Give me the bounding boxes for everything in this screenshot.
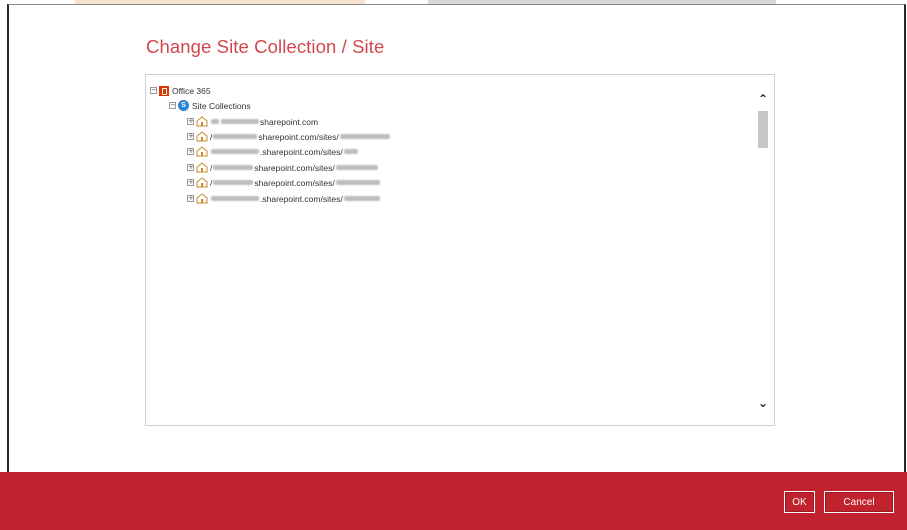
site-url: sharepoint.com/sites/ [254, 162, 335, 173]
redacted-text [339, 134, 390, 139]
site-icon [196, 162, 208, 173]
sharepoint-icon: S [178, 100, 189, 111]
tree-node-site[interactable]: + / sharepoint.com/sites/ [187, 176, 381, 189]
site-tree-panel[interactable]: − Office 365 − S Site Collections + shar… [145, 74, 775, 426]
tree-scrollbar[interactable]: ⌃ ⌄ [752, 75, 774, 425]
ok-button[interactable]: OK [784, 491, 815, 513]
tree-node-site[interactable]: + / sharepoint.com/sites/ [187, 161, 379, 174]
tree-node-site[interactable]: + .sharepoint.com/sites/ [187, 192, 381, 205]
redacted-text [211, 196, 259, 201]
redacted-text [221, 119, 259, 124]
site-icon [196, 116, 208, 127]
site-icon [196, 177, 208, 188]
expand-icon[interactable]: + [187, 179, 194, 186]
redacted-text [211, 119, 219, 124]
site-prefix: / [210, 162, 213, 173]
scroll-up-icon[interactable]: ⌃ [756, 93, 770, 105]
redacted-text [213, 165, 254, 170]
site-url: sharepoint.com/sites/ [254, 177, 335, 188]
site-url: .sharepoint.com/sites/ [260, 193, 343, 204]
expand-icon[interactable]: + [187, 164, 194, 171]
tree-node-site[interactable]: + sharepoint.com [187, 115, 318, 128]
office365-icon [159, 85, 169, 96]
collapse-icon[interactable]: − [169, 102, 176, 109]
tree-node-office365[interactable]: − Office 365 [150, 84, 211, 97]
site-icon [196, 131, 208, 142]
site-url: sharepoint.com [260, 116, 319, 127]
site-url: sharepoint.com/sites/ [258, 131, 339, 142]
expand-icon[interactable]: + [187, 195, 194, 202]
cancel-button[interactable]: Cancel [824, 491, 894, 513]
site-prefix: / [210, 177, 213, 188]
expand-icon[interactable]: + [187, 133, 194, 140]
tree-node-site-collections[interactable]: − S Site Collections [169, 99, 251, 112]
dialog-title: Change Site Collection / Site [146, 36, 385, 57]
redacted-text [343, 196, 380, 201]
redacted-text [213, 134, 258, 139]
tree-node-site[interactable]: + / sharepoint.com/sites/ [187, 130, 391, 143]
expand-icon[interactable]: + [187, 118, 194, 125]
tree-node-site[interactable]: + .sharepoint.com/sites/ [187, 145, 359, 158]
redacted-text [335, 165, 378, 170]
tree-node-label: Office 365 [172, 85, 211, 96]
site-url: .sharepoint.com/sites/ [260, 146, 343, 157]
redacted-text [343, 149, 358, 154]
site-icon [196, 193, 208, 204]
scroll-thumb[interactable] [758, 111, 768, 148]
tree-node-label: Site Collections [192, 100, 251, 111]
dialog-footer [0, 472, 907, 530]
expand-icon[interactable]: + [187, 148, 194, 155]
site-prefix: / [210, 131, 213, 142]
collapse-icon[interactable]: − [150, 87, 157, 94]
scroll-down-icon[interactable]: ⌄ [756, 397, 770, 409]
redacted-text [335, 180, 380, 185]
site-icon [196, 146, 208, 157]
redacted-text [211, 149, 259, 154]
redacted-text [213, 180, 254, 185]
